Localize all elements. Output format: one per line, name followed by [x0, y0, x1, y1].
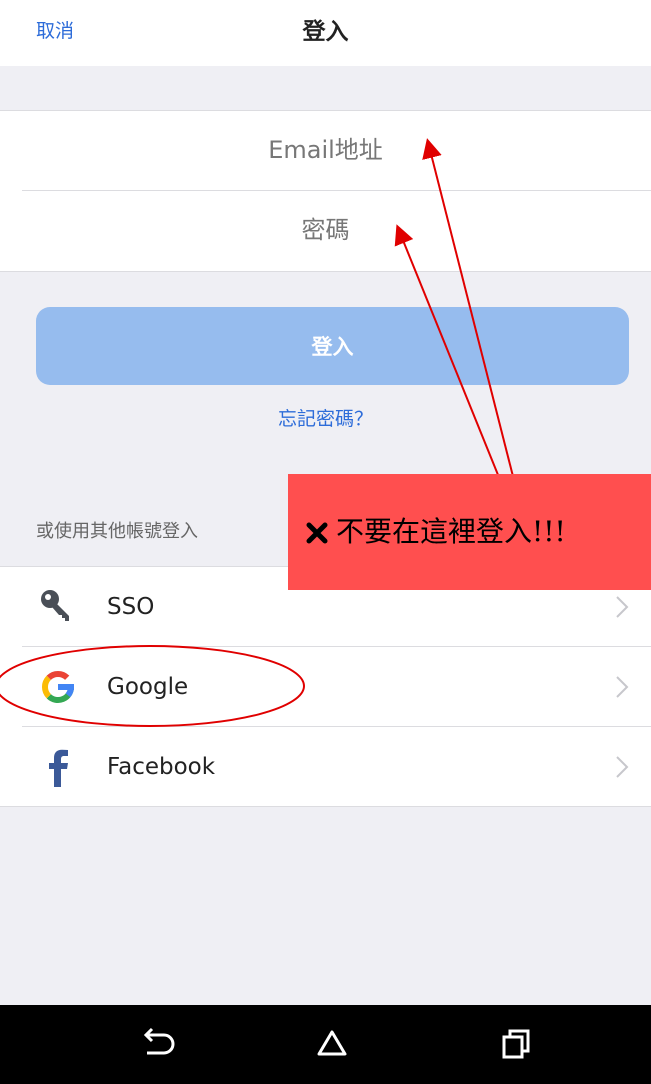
page-title: 登入	[302, 19, 349, 45]
android-nav-bar	[0, 1005, 651, 1084]
google-icon	[42, 671, 74, 703]
login-button[interactable]: 登入	[36, 307, 629, 385]
chevron-right-icon	[616, 596, 629, 618]
email-field[interactable]	[0, 111, 651, 190]
google-login-row[interactable]: Google	[0, 647, 651, 726]
cross-icon	[306, 522, 328, 544]
warning-box: 不要在這裡登入!!!	[288, 474, 651, 590]
login-fields	[0, 110, 651, 272]
alt-login-label: 或使用其他帳號登入	[36, 521, 198, 542]
back-icon[interactable]	[138, 1025, 178, 1065]
chevron-right-icon	[616, 756, 629, 778]
key-icon	[41, 590, 69, 621]
forgot-password-link[interactable]: 忘記密碼？	[0, 404, 651, 434]
facebook-login-row[interactable]: Facebook	[0, 727, 651, 806]
recent-apps-icon[interactable]	[496, 1025, 536, 1065]
warning-text: 不要在這裡登入!!!	[336, 515, 566, 548]
home-icon[interactable]	[312, 1025, 352, 1065]
sso-label: SSO	[107, 594, 155, 620]
password-field[interactable]	[0, 191, 651, 270]
chevron-right-icon	[616, 676, 629, 698]
facebook-icon	[49, 749, 68, 787]
google-label: Google	[107, 674, 189, 700]
alt-login-list: SSO Google Facebook	[0, 566, 651, 807]
facebook-label: Facebook	[107, 754, 216, 780]
header-bar: 取消 登入	[0, 0, 651, 66]
